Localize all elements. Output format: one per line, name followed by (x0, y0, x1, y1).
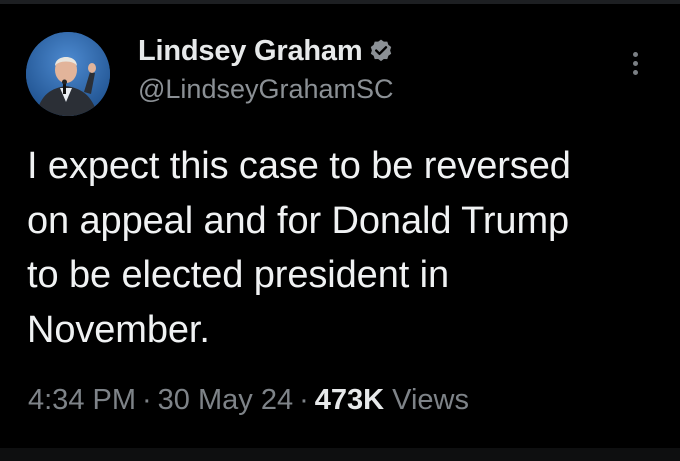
tweet-card: Lindsey Graham @LindseyGrahamSC I expect… (0, 0, 680, 461)
meta-separator: · (142, 384, 152, 416)
tweet-date[interactable]: 30 May 24 (158, 384, 293, 416)
tweet-text-line: November. (27, 308, 210, 351)
tweet-text-line: I expect this case to be reversed (27, 145, 571, 187)
tweet-text-line: on appeal and for Donald Trump (27, 199, 570, 242)
views-count[interactable]: 473K (315, 384, 384, 416)
verified-badge-icon (368, 38, 394, 64)
display-name[interactable]: Lindsey Graham (138, 35, 363, 68)
tweet-text-line: to be elected president in (27, 254, 450, 296)
tweet-text: I expect this case to be reversed on app… (27, 139, 657, 357)
name-row: Lindsey Graham (138, 34, 394, 68)
bottom-divider (0, 448, 680, 461)
top-divider (0, 0, 680, 4)
tweet-meta: 4:34 PM · 30 May 24 · 473K Views (28, 384, 469, 417)
avatar[interactable] (26, 32, 110, 116)
tweet-time[interactable]: 4:34 PM (28, 384, 136, 416)
meta-separator: · (299, 384, 309, 416)
more-vertical-icon[interactable] (627, 52, 643, 82)
user-handle[interactable]: @LindseyGrahamSC (138, 74, 394, 105)
views-label: Views (392, 384, 469, 416)
